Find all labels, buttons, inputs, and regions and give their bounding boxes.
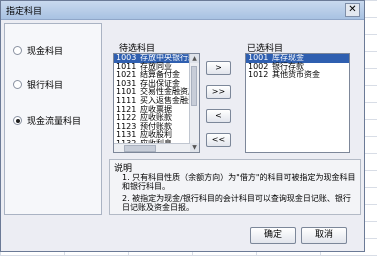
- radio-label: 银行科目: [27, 81, 64, 91]
- radio-cash-flow-account[interactable]: 现金流量科目: [13, 114, 81, 127]
- instruction-line-1: 1. 只有科目性质（余额方向）为"借方"的科目可被指定为现金科目和银行科目。: [122, 173, 356, 191]
- radio-label: 现金流量科目: [27, 117, 82, 127]
- selected-rows: 1001 库存现金 1002 银行存款 1012 其他货币资金: [246, 54, 349, 80]
- list-item[interactable]: 1012 其他货币资金: [246, 70, 349, 80]
- candidate-list[interactable]: 1003 存放中央银行款 1011 存放同业 1021 结算备付金 1031 存出保证金 110…: [113, 53, 200, 153]
- radio-cash-account[interactable]: 现金科目: [13, 44, 63, 57]
- add-one-button[interactable]: >: [206, 61, 231, 75]
- close-icon: ✕: [348, 4, 357, 15]
- radio-selected-icon: [13, 116, 22, 125]
- account-type-panel: 现金科目 银行科目 现金流量科目: [4, 23, 102, 215]
- radio-icon: [13, 46, 22, 55]
- scroll-thumb[interactable]: [124, 145, 156, 152]
- candidate-horizontal-scrollbar[interactable]: [114, 143, 190, 152]
- cancel-button[interactable]: 取消: [301, 227, 347, 244]
- assign-account-dialog: 指定科目 ✕ 现金科目 银行科目 现金流量科目 待选科目 1003 存放中央银行款…: [0, 0, 365, 252]
- ok-button[interactable]: 确定: [250, 227, 296, 244]
- instructions-panel: 说明 1. 只有科目性质（余额方向）为"借方"的科目可被指定为现金科目和银行科目…: [109, 159, 361, 215]
- add-all-button[interactable]: >>: [206, 85, 231, 99]
- radio-bank-account[interactable]: 银行科目: [13, 78, 63, 91]
- candidate-rows: 1003 存放中央银行款 1011 存放同业 1021 结算备付金 1031 存出保证金 110…: [114, 54, 199, 149]
- scroll-down-icon[interactable]: ▼: [190, 143, 199, 152]
- remove-all-button[interactable]: <<: [206, 133, 231, 147]
- selected-list[interactable]: 1001 库存现金 1002 银行存款 1012 其他货币资金: [245, 53, 350, 153]
- remove-one-button[interactable]: <: [206, 109, 231, 123]
- dialog-title: 指定科目: [6, 7, 43, 17]
- candidate-vertical-scrollbar[interactable]: ▲ ▼: [189, 54, 199, 152]
- account-name: 其他货币资金: [272, 70, 320, 80]
- radio-label: 现金科目: [27, 47, 64, 57]
- scroll-thumb[interactable]: [191, 66, 197, 106]
- instruction-line-2: 2. 被指定为现金/银行科目的会计科目可以查询现金日记账、银行日记账及资金日报。: [122, 194, 351, 212]
- close-button[interactable]: ✕: [345, 3, 360, 17]
- radio-icon: [13, 80, 22, 89]
- scroll-up-icon[interactable]: ▲: [190, 54, 199, 63]
- account-code: 1012: [248, 70, 269, 80]
- title-bar: 指定科目 ✕: [1, 1, 364, 20]
